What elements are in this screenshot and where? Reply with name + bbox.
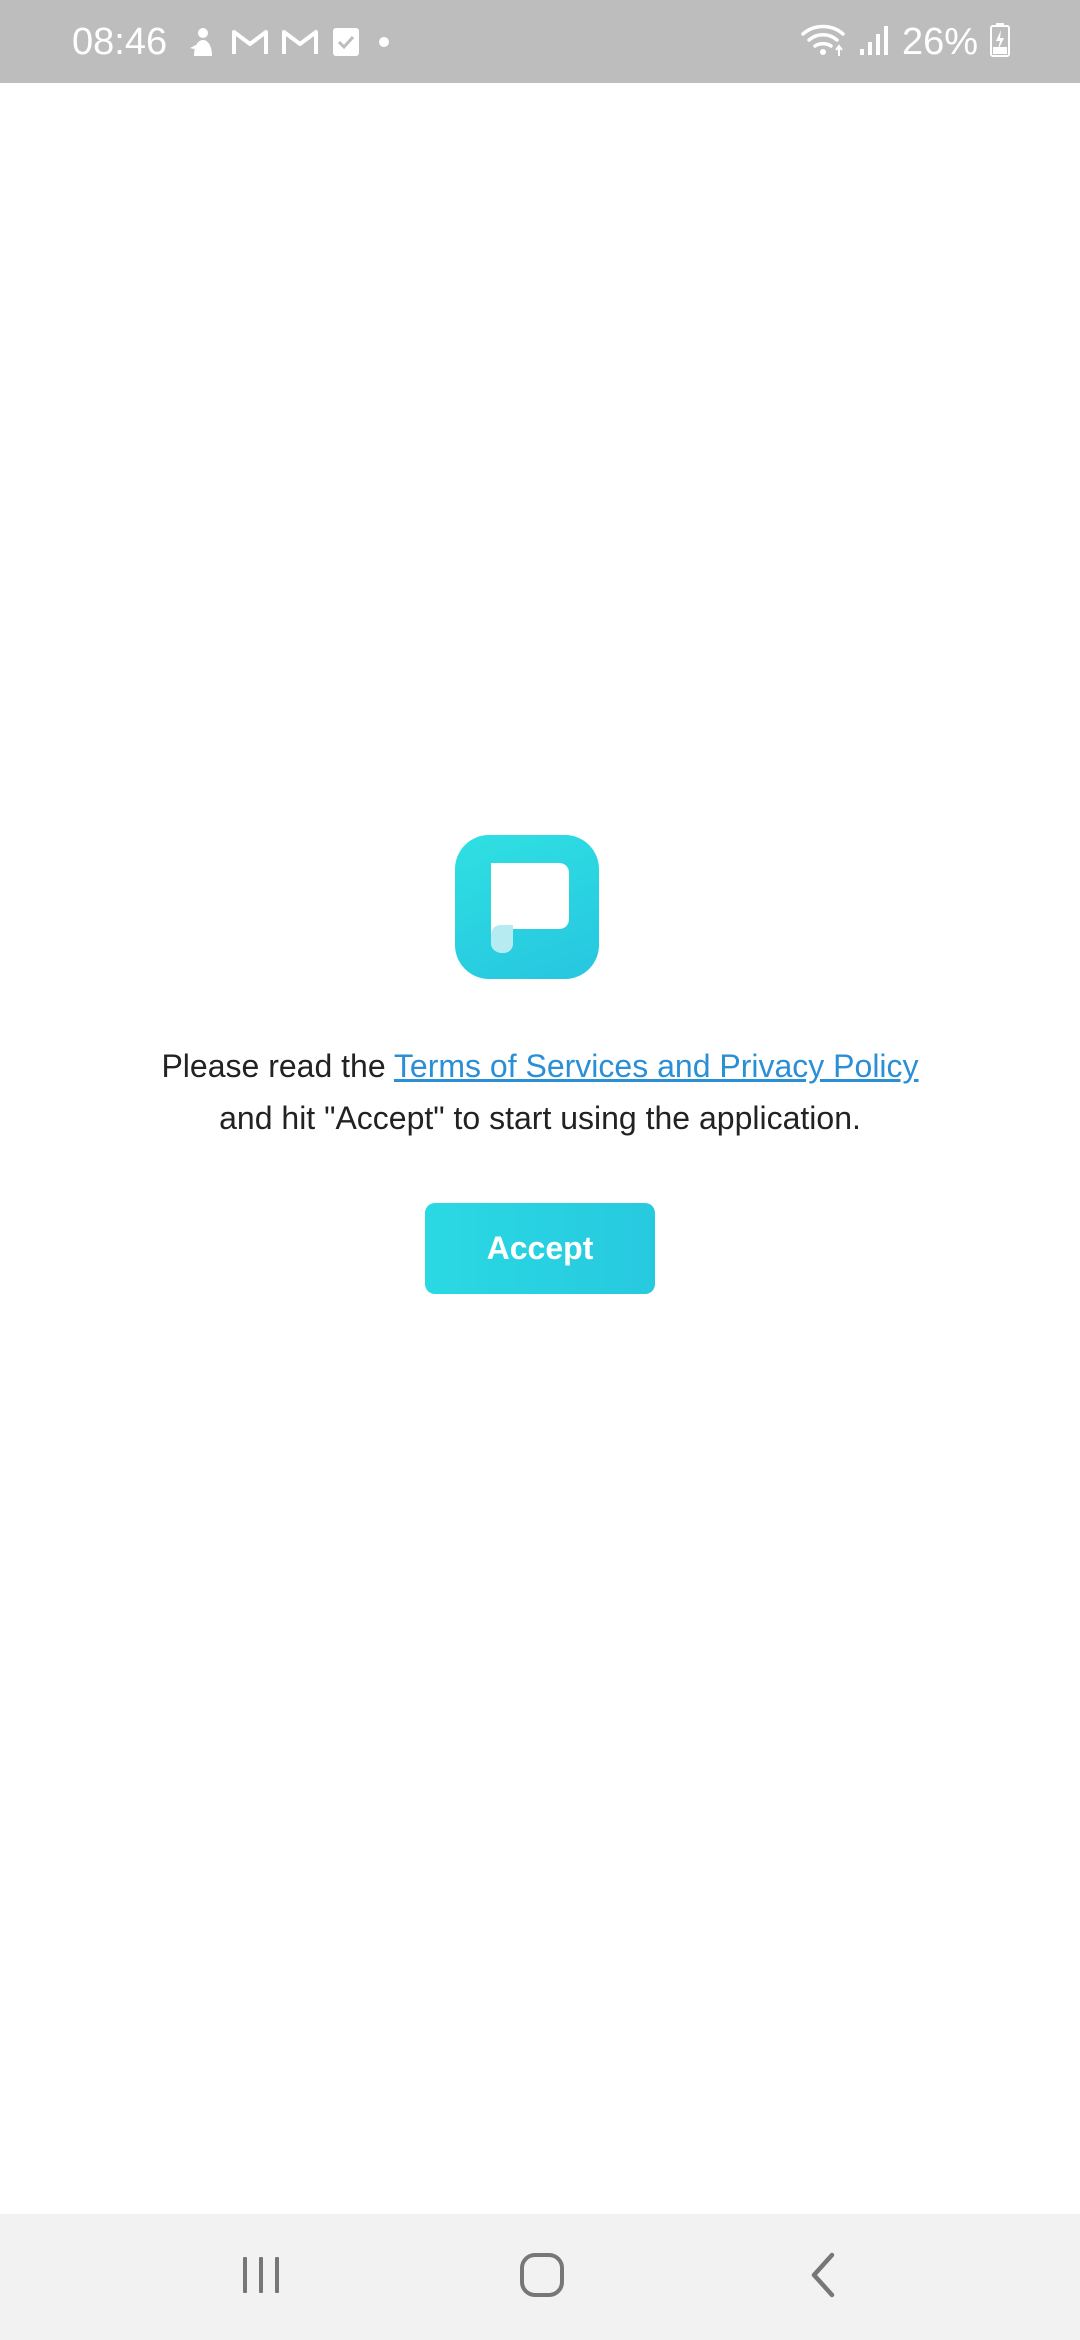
system-icons: 26% (800, 18, 1010, 66)
terms-privacy-link[interactable]: Terms of Services and Privacy Policy (394, 1048, 919, 1084)
gmail-icon (232, 28, 268, 56)
battery-percent: 26% (901, 21, 978, 63)
dot-icon (374, 32, 394, 52)
battery-charging-icon (990, 22, 1010, 62)
signal-icon (858, 23, 890, 62)
home-icon (519, 2252, 565, 2303)
wifi-icon (800, 22, 846, 63)
terms-line-2: and hit "Accept" to start using the appl… (219, 1100, 861, 1136)
back-button[interactable] (763, 2214, 883, 2340)
app-logo-icon (455, 835, 599, 979)
recents-icon (239, 2255, 283, 2300)
person-notification-icon (186, 26, 218, 58)
task-check-icon (332, 27, 360, 57)
terms-prefix: Please read the (161, 1048, 394, 1084)
navigation-bar (0, 2214, 1080, 2340)
accept-button[interactable]: Accept (425, 1203, 655, 1294)
recents-button[interactable] (201, 2214, 321, 2340)
status-bar: 08:46 26% (0, 0, 1080, 83)
status-time: 08:46 (72, 21, 168, 63)
screen: 08:46 26% Please read the Terms of Servi… (0, 0, 1080, 2340)
terms-message: Please read the Terms of Services and Pr… (90, 1040, 990, 1144)
back-icon (808, 2252, 838, 2303)
home-button[interactable] (482, 2214, 602, 2340)
notification-icons (186, 24, 394, 60)
terms-line-1: Please read the Terms of Services and Pr… (90, 1040, 990, 1092)
gmail-icon (282, 28, 318, 56)
